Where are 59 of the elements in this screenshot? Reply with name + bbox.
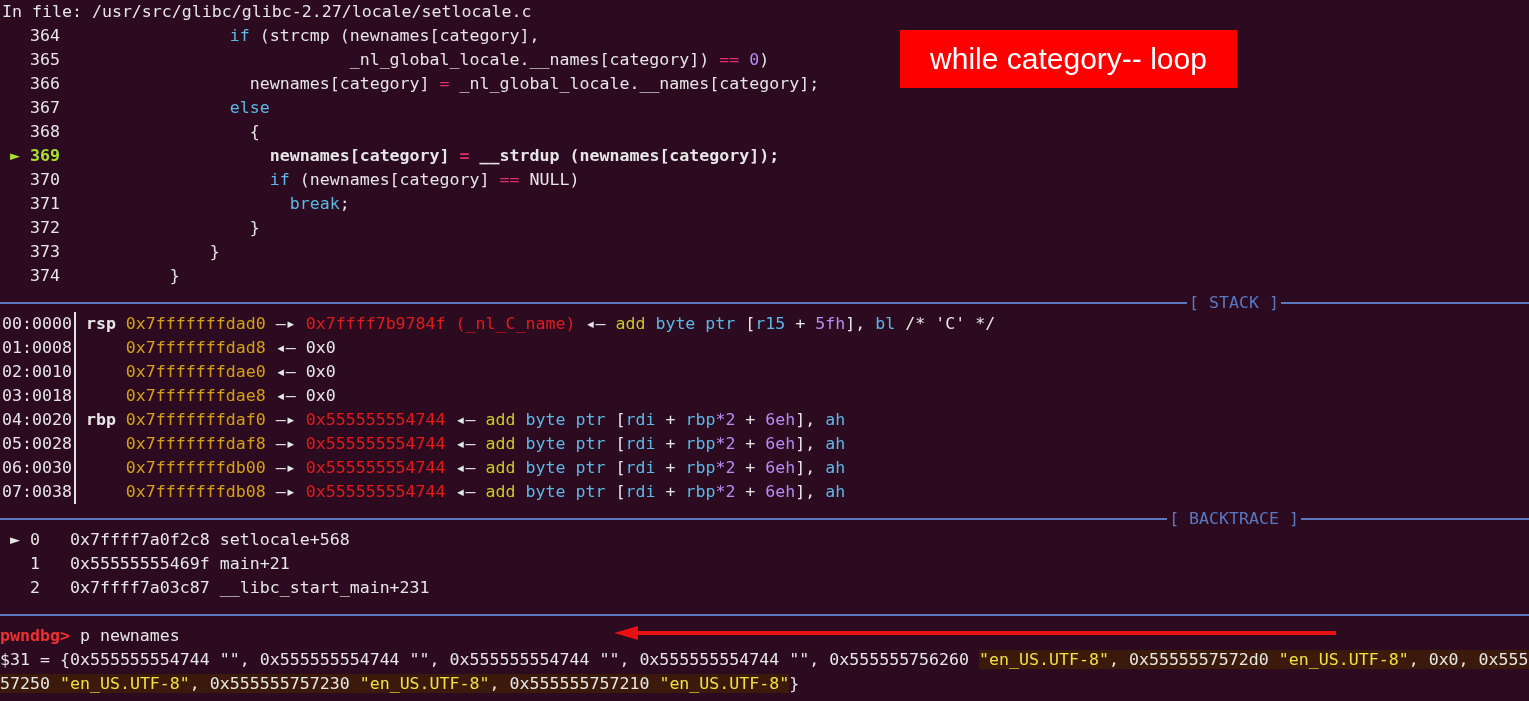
frame-address: 0x55555555469f	[69, 553, 210, 575]
frame-symbol: main+21	[219, 553, 290, 575]
code-line: newnames[category] = __strdup (newnames[category]);	[268, 145, 780, 167]
code-line: {	[248, 121, 260, 143]
stack-entry: 0x7fffffffdaf0 —▸ 0x555555554744 ◂— add byte ptr [rdi + rbp*2 + 6eh], ah	[125, 409, 846, 431]
section-title: [ STACK ]	[1188, 292, 1280, 314]
stack-offset: 05:0028	[1, 433, 70, 455]
code-line: if (newnames[category] == NULL)	[268, 169, 580, 191]
line-number: 370	[29, 169, 60, 191]
output-line: 57250 "en_US.UTF-8", 0x555555757230 "en_US.UTF-8", 0x555555757210 "en_US.UTF-8"}	[0, 673, 800, 695]
code-line: }	[208, 241, 220, 263]
stack-entry: 0x7fffffffdae8 ◂— 0x0	[125, 385, 336, 407]
current-frame-marker: ►	[9, 529, 21, 551]
frame-index: 1	[29, 553, 41, 575]
stack-entry: 0x7fffffffdad8 ◂— 0x0	[125, 337, 336, 359]
stack-offset: 00:0000	[1, 313, 70, 335]
line-number: 374	[29, 265, 60, 287]
line-number: 368	[29, 121, 60, 143]
file-path: In file: /usr/src/glibc/glibc-2.27/locale/setlocale.c	[1, 1, 532, 23]
line-number: 364	[29, 25, 60, 47]
stack-entry: 0x7fffffffdb08 —▸ 0x555555554744 ◂— add byte ptr [rdi + rbp*2 + 6eh], ah	[125, 481, 846, 503]
frame-address: 0x7ffff7a0f2c8	[69, 529, 210, 551]
code-line: }	[248, 217, 260, 239]
code-line: newnames[category] = _nl_global_locale.__names[category];	[248, 73, 820, 95]
code-line: if (strcmp (newnames[category],	[228, 25, 540, 47]
stack-offset: 06:0030	[1, 457, 70, 479]
stack-offset: 03:0018	[1, 385, 70, 407]
section-title: [ BACKTRACE ]	[1168, 508, 1300, 530]
code-line: else	[228, 97, 270, 119]
output-line: $31 = {0x555555554744 "", 0x555555554744 "", 0x555555554744 "", 0x555555554744 "", 0x555555756260 "en_US.UTF-8", 0x5555557572d0 "en_US.UTF-8", 0x0, 0x555	[0, 649, 1529, 671]
frame-index: 2	[29, 577, 41, 599]
stack-offset: 02:0010	[1, 361, 70, 383]
annotation-label: while category-- loop	[900, 30, 1237, 88]
line-number: 373	[29, 241, 60, 263]
register-name: rbp	[85, 409, 117, 431]
stack-entry: 0x7fffffffdad0 —▸ 0x7ffff7b9784f (_nl_C_name) ◂— add byte ptr [r15 + 5fh], bl /* 'C' */	[125, 313, 996, 335]
line-number: 365	[29, 49, 60, 71]
stack-entry: 0x7fffffffdb00 —▸ 0x555555554744 ◂— add byte ptr [rdi + rbp*2 + 6eh], ah	[125, 457, 846, 479]
line-number: 372	[29, 217, 60, 239]
line-number: 369	[29, 145, 60, 167]
current-line-marker: ►	[9, 145, 21, 167]
stack-offset: 04:0020	[1, 409, 70, 431]
frame-symbol: __libc_start_main+231	[219, 577, 430, 599]
stack-offset: 07:0038	[1, 481, 70, 503]
register-name: rsp	[85, 313, 117, 335]
code-line: _nl_global_locale.__names[category]) == 0)	[348, 49, 770, 71]
frame-symbol: setlocale+568	[219, 529, 350, 551]
stack-entry: 0x7fffffffdaf8 —▸ 0x555555554744 ◂— add byte ptr [rdi + rbp*2 + 6eh], ah	[125, 433, 846, 455]
code-line: break;	[288, 193, 350, 215]
stack-entry: 0x7fffffffdae0 ◂— 0x0	[125, 361, 336, 383]
prompt: pwndbg>	[0, 625, 70, 647]
line-number: 366	[29, 73, 60, 95]
code-line: }	[168, 265, 180, 287]
line-number: 371	[29, 193, 60, 215]
frame-index: 0	[29, 529, 41, 551]
command-text: p newnames	[79, 625, 180, 647]
line-number: 367	[29, 97, 60, 119]
stack-offset: 01:0008	[1, 337, 70, 359]
frame-address: 0x7ffff7a03c87	[69, 577, 210, 599]
